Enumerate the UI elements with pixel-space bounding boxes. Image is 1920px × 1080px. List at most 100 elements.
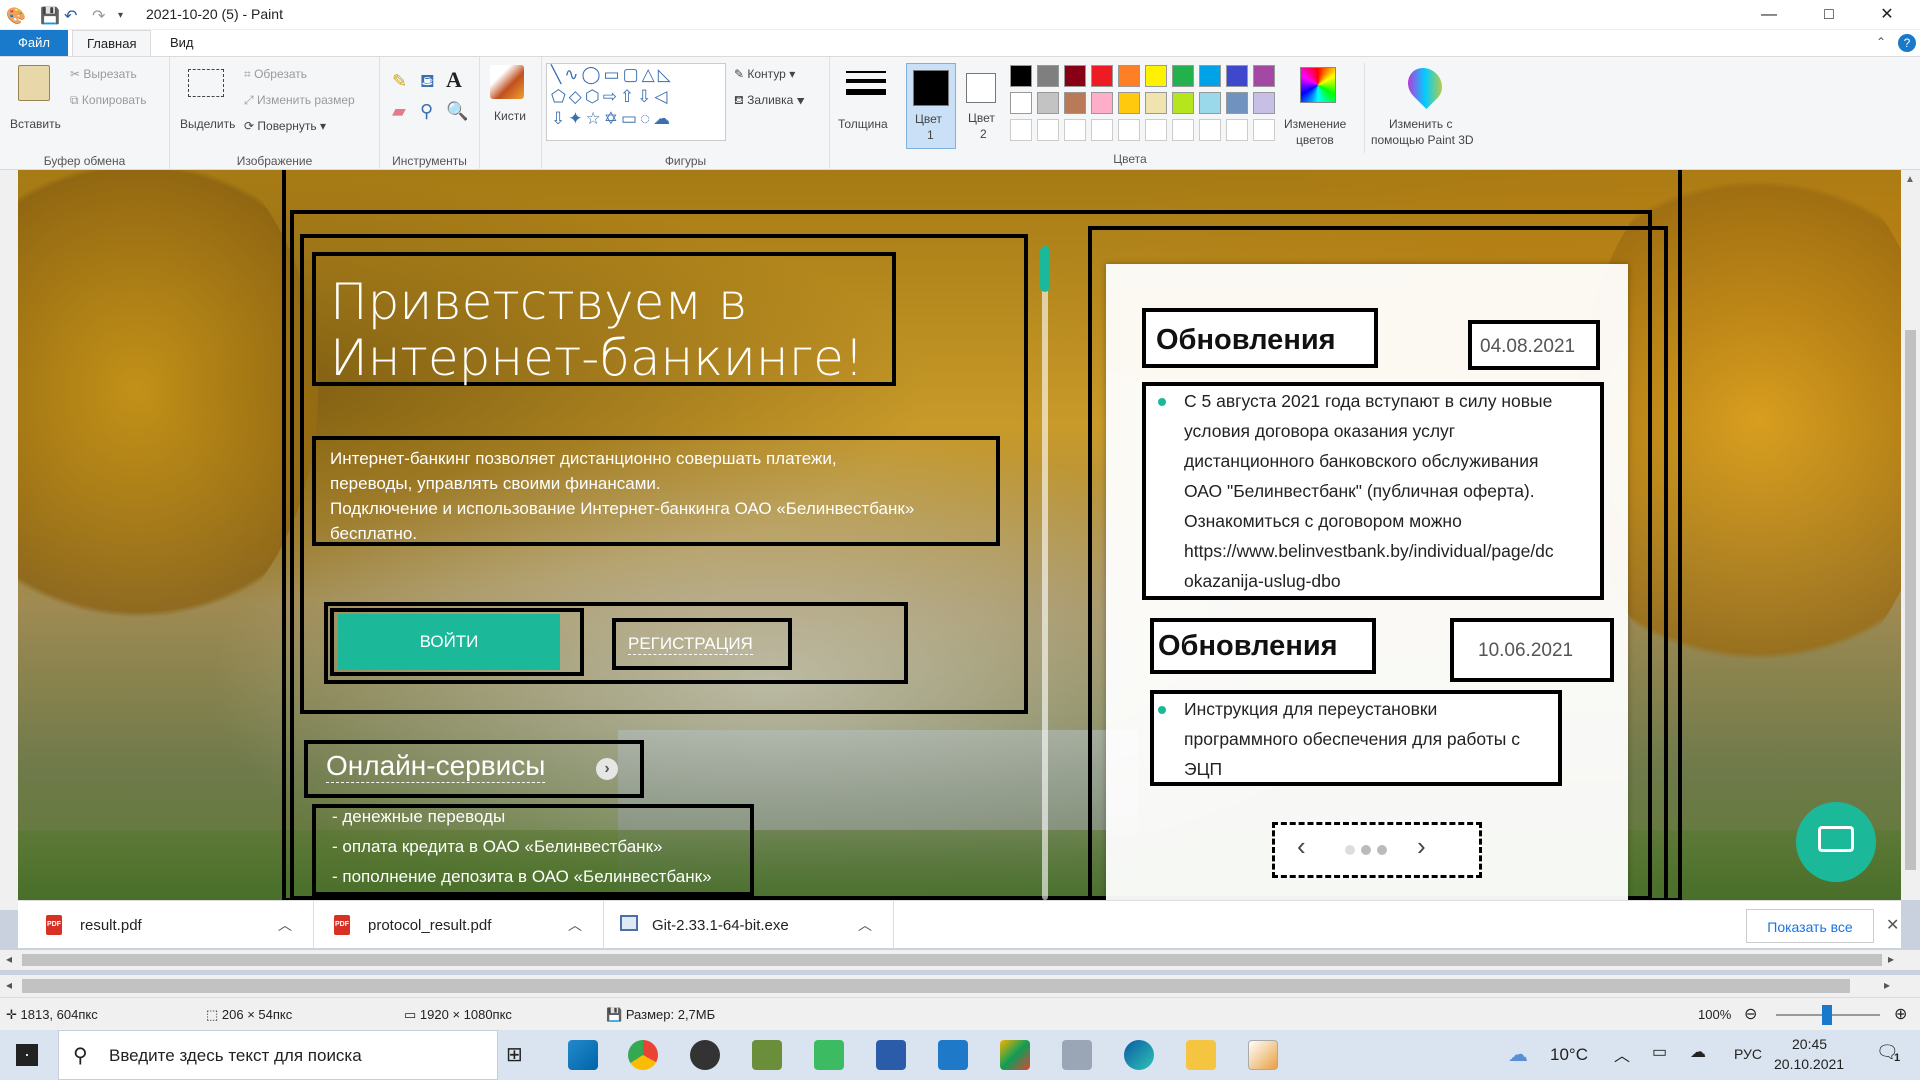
- scroll-thumb[interactable]: [1905, 330, 1916, 870]
- weather-icon[interactable]: ☁: [1508, 1042, 1528, 1067]
- color-swatch[interactable]: [1226, 92, 1248, 114]
- color-swatch[interactable]: [1091, 92, 1113, 114]
- list-item[interactable]: - оплата кредита в ОАО «Белинвестбанк»: [332, 832, 712, 862]
- carousel-next-button[interactable]: ›: [1417, 831, 1426, 862]
- chevron-right-icon[interactable]: ›: [596, 758, 618, 780]
- undo-icon[interactable]: ↶: [64, 6, 77, 26]
- game-app-icon[interactable]: [690, 1040, 720, 1070]
- color-swatch[interactable]: [1172, 119, 1194, 141]
- crop-button[interactable]: ⌗ Обрезать: [244, 67, 307, 82]
- list-item[interactable]: - денежные переводы: [332, 802, 712, 832]
- color-swatch[interactable]: [1145, 65, 1167, 87]
- scroll-left-icon[interactable]: ◂: [6, 978, 12, 992]
- color-swatch[interactable]: [1037, 65, 1059, 87]
- page-scroll-track[interactable]: [1042, 246, 1048, 900]
- brushes-group[interactable]: Кисти: [480, 57, 542, 171]
- file-explorer-icon[interactable]: [1186, 1040, 1216, 1070]
- paint-taskbar-icon[interactable]: [1248, 1040, 1278, 1070]
- save-app-icon[interactable]: [876, 1040, 906, 1070]
- rotate-button[interactable]: ⟳ Повернуть ▾: [244, 119, 326, 133]
- news-link[interactable]: https://www.belinvestbank.by/individual/…: [1184, 536, 1554, 566]
- color-swatch[interactable]: [1064, 119, 1086, 141]
- color-swatch[interactable]: [1199, 65, 1221, 87]
- list-item[interactable]: - пополнение депозита в ОАО «Белинвестба…: [332, 862, 712, 892]
- scroll-left-icon[interactable]: ◂: [6, 952, 12, 966]
- tab-home[interactable]: Главная: [72, 30, 152, 56]
- color-swatch[interactable]: [1253, 65, 1275, 87]
- color-swatch[interactable]: [1226, 65, 1248, 87]
- color-swatch[interactable]: [1118, 92, 1140, 114]
- carousel-prev-button[interactable]: ‹: [1297, 831, 1306, 862]
- outline-dropdown[interactable]: ✎ Контур ▾: [734, 67, 795, 81]
- color-swatch[interactable]: [1145, 119, 1167, 141]
- color-swatch[interactable]: [1091, 119, 1113, 141]
- scroll-up-icon[interactable]: ▲: [1905, 174, 1915, 185]
- language-indicator[interactable]: РУС: [1734, 1046, 1762, 1062]
- windows-start-icon[interactable]: [16, 1044, 38, 1066]
- paint3d-button[interactable]: Изменить с помощью Paint 3D: [1364, 60, 1484, 153]
- vscode-icon[interactable]: [568, 1040, 598, 1070]
- resize-button[interactable]: ⤢ Изменить размер: [244, 93, 355, 108]
- download-item[interactable]: Git-2.33.1-64-bit.exe ︿: [604, 901, 894, 949]
- network-icon[interactable]: ☁: [1690, 1042, 1706, 1062]
- chat-button[interactable]: [1796, 802, 1876, 882]
- app-3-icon[interactable]: [814, 1040, 844, 1070]
- color-swatch[interactable]: [1145, 92, 1167, 114]
- color-swatch[interactable]: [1064, 65, 1086, 87]
- maximize-button[interactable]: □: [1806, 0, 1852, 30]
- scroll-right-icon[interactable]: ▸: [1888, 952, 1894, 966]
- video-app-icon[interactable]: [938, 1040, 968, 1070]
- inner-horizontal-scrollbar[interactable]: ◂ ▸: [0, 950, 1920, 970]
- color2-button[interactable]: Цвет 2: [958, 63, 1008, 149]
- cut-button[interactable]: ✂ Вырезать: [70, 67, 137, 81]
- shapes-gallery[interactable]: ╲∿◯▭▢△◺ ⬠◇⬡⇨⇧⇩◁ ⇩✦☆✡▭◌☁: [546, 63, 726, 141]
- collapse-ribbon-icon[interactable]: ⌃: [1876, 35, 1886, 49]
- color-swatch[interactable]: [1226, 119, 1248, 141]
- online-services-link[interactable]: Онлайн-сервисы: [326, 750, 546, 783]
- register-button[interactable]: РЕГИСТРАЦИЯ: [628, 634, 753, 655]
- color-swatch[interactable]: [1010, 92, 1032, 114]
- close-button[interactable]: ✕: [1864, 0, 1910, 30]
- zoom-out-icon[interactable]: ⊖: [1744, 1004, 1757, 1024]
- chevron-up-icon[interactable]: ︿: [1614, 1042, 1630, 1066]
- color-swatch[interactable]: [1037, 92, 1059, 114]
- scroll-thumb[interactable]: [22, 954, 1882, 966]
- chevron-up-icon[interactable]: ︿: [278, 915, 292, 935]
- color-swatch[interactable]: [1172, 92, 1194, 114]
- redo-icon[interactable]: ↷: [92, 6, 105, 26]
- tab-view[interactable]: Вид: [156, 30, 208, 56]
- save-icon[interactable]: 💾: [40, 6, 60, 26]
- copy-button[interactable]: ⧉ Копировать: [70, 93, 147, 108]
- task-view-icon[interactable]: ⊞: [506, 1042, 523, 1067]
- chevron-up-icon[interactable]: ︿: [568, 915, 582, 935]
- clock-time[interactable]: 20:45: [1792, 1036, 1827, 1052]
- carousel-dot[interactable]: [1377, 845, 1387, 855]
- color-swatch[interactable]: [1253, 92, 1275, 114]
- vertical-scrollbar[interactable]: ▲: [1901, 170, 1920, 900]
- color-swatch[interactable]: [1010, 119, 1032, 141]
- chrome-icon[interactable]: [628, 1040, 658, 1070]
- color-swatch[interactable]: [1118, 119, 1140, 141]
- color-swatch[interactable]: [1253, 119, 1275, 141]
- help-icon[interactable]: ?: [1898, 34, 1916, 52]
- color-swatch[interactable]: [1091, 65, 1113, 87]
- carousel-dot[interactable]: [1345, 845, 1355, 855]
- color-swatch[interactable]: [1037, 119, 1059, 141]
- magnifier-icon[interactable]: 🔍: [446, 101, 468, 122]
- minecraft-icon[interactable]: [752, 1040, 782, 1070]
- clock-date[interactable]: 20.10.2021: [1774, 1056, 1844, 1072]
- size-button[interactable]: Толщина: [836, 65, 896, 155]
- color-swatch[interactable]: [1064, 92, 1086, 114]
- scroll-thumb[interactable]: [22, 979, 1850, 993]
- scroll-right-icon[interactable]: ▸: [1884, 978, 1890, 992]
- color-swatch[interactable]: [1199, 92, 1221, 114]
- color-swatch[interactable]: [1118, 65, 1140, 87]
- download-item[interactable]: PDF result.pdf ︿: [18, 901, 314, 949]
- text-tool-icon[interactable]: A: [446, 67, 462, 93]
- screenshot-image[interactable]: Приветствуем в Интернет-банкинге! Интерн…: [18, 170, 1901, 900]
- edge-icon[interactable]: [1124, 1040, 1154, 1070]
- color1-button[interactable]: Цвет 1: [906, 63, 956, 149]
- minimize-button[interactable]: —: [1746, 0, 1792, 30]
- edit-colors-button[interactable]: Изменение цветов: [1282, 63, 1354, 153]
- color-swatch[interactable]: [1172, 65, 1194, 87]
